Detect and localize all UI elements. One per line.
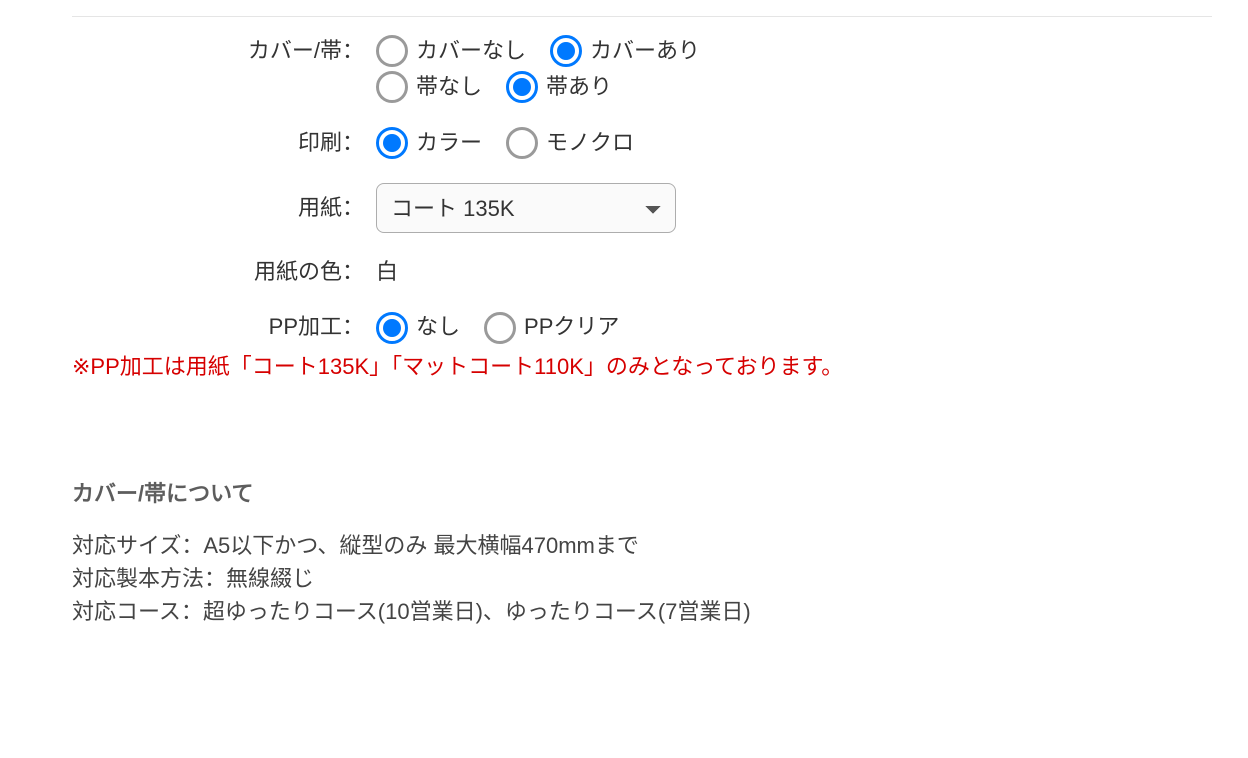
- radio-circle-icon: [506, 71, 538, 103]
- radio-label: カバーあり: [590, 36, 700, 67]
- radio-label: PPクリア: [524, 312, 619, 343]
- radio-label: 帯あり: [546, 72, 612, 103]
- label-paper: 用紙：: [72, 193, 364, 224]
- row-paper-color: 用紙の色： 白: [72, 257, 1212, 288]
- row-cover: カバー/帯： カバーなし カバーあり: [72, 35, 1212, 67]
- print-options: カラー モノクロ: [364, 127, 650, 159]
- info-course: 対応コース：超ゆったりコース(10営業日)、ゆったりコース(7営業日): [72, 597, 1212, 628]
- radio-circle-icon: [376, 71, 408, 103]
- radio-label: モノクロ: [546, 128, 634, 159]
- info-binding: 対応製本方法：無線綴じ: [72, 564, 1212, 595]
- paper-color-value-wrap: 白: [364, 257, 398, 288]
- form-region: カバー/帯： カバーなし カバーあり 帯なし 帯あり 印刷：: [0, 0, 1248, 670]
- radio-print-mono[interactable]: モノクロ: [506, 127, 634, 159]
- cover-options: カバーなし カバーあり: [364, 35, 716, 67]
- label-paper-color: 用紙の色：: [72, 257, 364, 288]
- section-title-cover-obi: カバー/帯について: [72, 479, 1212, 510]
- row-pp: PP加工： なし PPクリア: [72, 312, 1212, 344]
- info-size: 対応サイズ：A5以下かつ、縦型のみ 最大横幅470mmまで: [72, 531, 1212, 562]
- radio-circle-icon: [376, 312, 408, 344]
- radio-cover-yes[interactable]: カバーあり: [550, 35, 700, 67]
- radio-label: なし: [416, 312, 460, 343]
- radio-pp-none[interactable]: なし: [376, 312, 460, 344]
- paper-ctrl: コート 135K: [364, 183, 676, 233]
- paper-select[interactable]: コート 135K: [376, 183, 676, 233]
- radio-pp-clear[interactable]: PPクリア: [484, 312, 619, 344]
- pp-note: ※PP加工は用紙「コート135K」「マットコート110K」のみとなっております。: [72, 352, 1212, 383]
- radio-circle-icon: [506, 127, 538, 159]
- radio-circle-icon: [550, 35, 582, 67]
- radio-label: 帯なし: [416, 72, 482, 103]
- paper-color-value: 白: [376, 257, 398, 288]
- radio-label: カバーなし: [416, 36, 526, 67]
- label-print: 印刷：: [72, 128, 364, 159]
- radio-print-color[interactable]: カラー: [376, 127, 482, 159]
- radio-circle-icon: [376, 35, 408, 67]
- radio-obi-yes[interactable]: 帯あり: [506, 71, 612, 103]
- radio-circle-icon: [376, 127, 408, 159]
- radio-label: カラー: [416, 128, 482, 159]
- radio-cover-none[interactable]: カバーなし: [376, 35, 526, 67]
- row-print: 印刷： カラー モノクロ: [72, 127, 1212, 159]
- pp-options: なし PPクリア: [364, 312, 635, 344]
- row-obi: 帯なし 帯あり: [72, 71, 1212, 103]
- divider: [72, 16, 1212, 17]
- label-pp: PP加工：: [72, 312, 364, 343]
- row-paper: 用紙： コート 135K: [72, 183, 1212, 233]
- label-cover-obi: カバー/帯：: [72, 36, 364, 67]
- radio-circle-icon: [484, 312, 516, 344]
- radio-obi-none[interactable]: 帯なし: [376, 71, 482, 103]
- obi-options: 帯なし 帯あり: [364, 71, 628, 103]
